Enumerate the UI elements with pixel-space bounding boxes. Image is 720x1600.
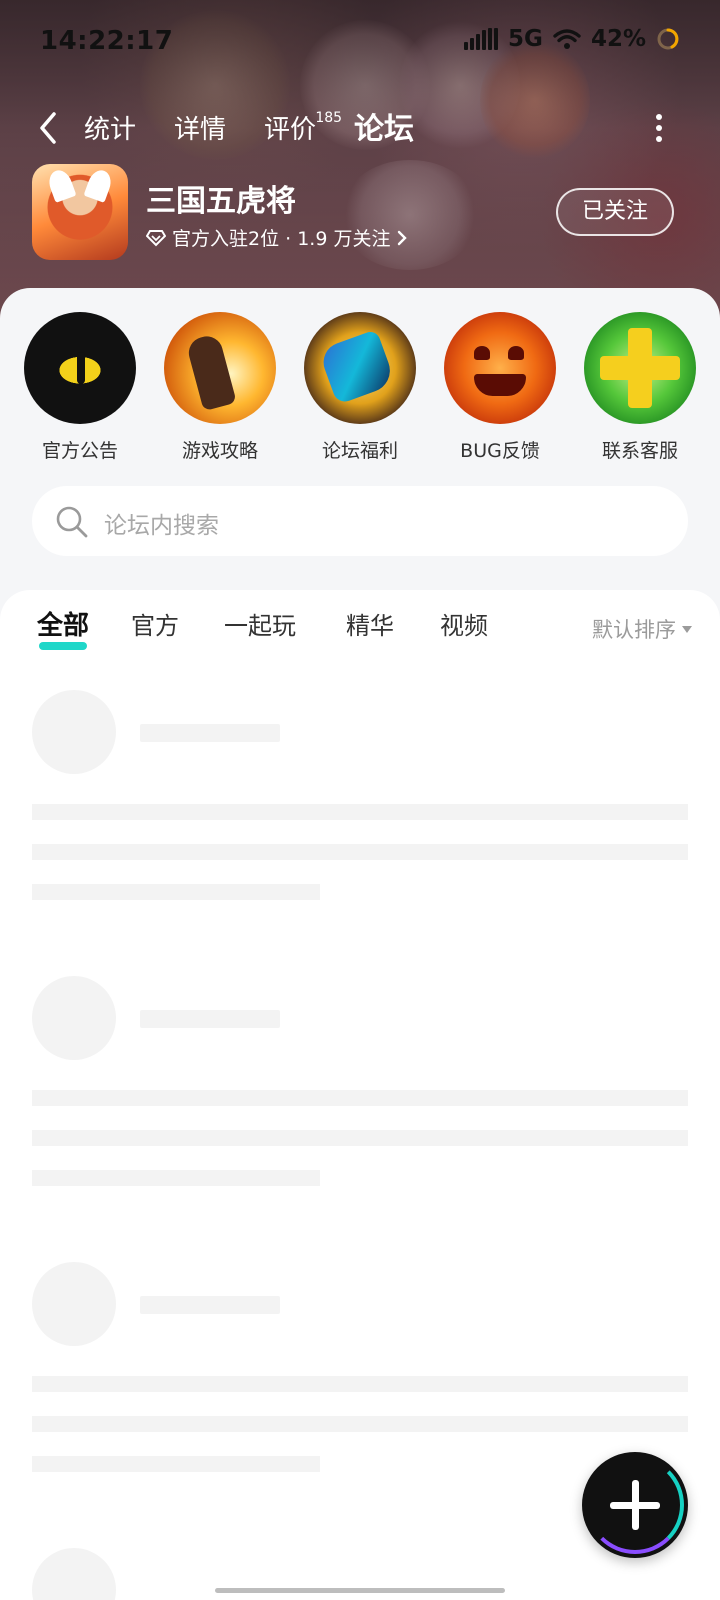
flame-fist-icon [164, 312, 276, 424]
quick-actions: 官方公告 游戏攻略 论坛福利 BUG反馈 联系客服 [0, 312, 720, 463]
filter-video[interactable]: 视频 [440, 604, 488, 648]
network-label: 5G [508, 26, 543, 52]
avatar-placeholder [32, 690, 116, 774]
nav-tabs: 统计 详情 评价 185 论坛 [84, 108, 417, 152]
home-indicator[interactable] [215, 1588, 505, 1593]
dragon-eye-icon [24, 312, 136, 424]
text-placeholder [32, 844, 688, 860]
status-time: 14:22:17 [40, 26, 174, 56]
gauntlet-icon [304, 312, 416, 424]
sort-label: 默认排序 [592, 618, 676, 642]
loading-placeholder [32, 690, 688, 910]
battery-label: 42% [590, 26, 646, 52]
quick-action-label: 论坛福利 [321, 440, 398, 462]
text-placeholder [32, 1456, 320, 1472]
search-input[interactable]: 论坛内搜索 [32, 486, 688, 556]
caret-down-icon [682, 625, 692, 633]
text-placeholder [32, 1170, 320, 1186]
quick-action-guide[interactable]: 游戏攻略 [150, 312, 290, 463]
plus-icon [610, 1502, 660, 1509]
quick-action-support[interactable]: 联系客服 [570, 312, 710, 463]
avatar-placeholder [32, 1262, 116, 1346]
game-subtitle[interactable]: 官方入驻2位 · 1.9 万关注 [146, 224, 408, 251]
quick-action-label: 联系客服 [601, 440, 678, 462]
text-placeholder [32, 1130, 688, 1146]
filter-play-together[interactable]: 一起玩 [224, 604, 296, 648]
filter-all[interactable]: 全部 [37, 604, 89, 650]
avatar-placeholder [32, 976, 116, 1060]
cross-plus-icon [584, 312, 696, 424]
quick-action-label: BUG反馈 [460, 440, 540, 462]
text-placeholder [140, 724, 280, 742]
tab-forum[interactable]: 论坛 [352, 108, 417, 152]
text-placeholder [32, 1376, 688, 1392]
loading-placeholder [32, 976, 688, 1196]
text-placeholder [32, 884, 320, 900]
game-info: 三国五虎将 官方入驻2位 · 1.9 万关注 已关注 [0, 164, 720, 264]
chevron-right-icon [398, 230, 408, 245]
back-arrow-icon[interactable] [34, 108, 64, 148]
game-icon[interactable] [32, 164, 128, 260]
sort-dropdown[interactable]: 默认排序 [592, 614, 692, 644]
avatar-placeholder [32, 1548, 116, 1600]
top-nav: 统计 详情 评价 185 论坛 [0, 100, 720, 160]
text-placeholder [32, 804, 688, 820]
quick-action-announcement[interactable]: 官方公告 [10, 312, 150, 463]
tab-stats[interactable]: 统计 [84, 108, 136, 152]
forum-feed: 全部 官方 一起玩 精华 视频 默认排序 [0, 590, 720, 1600]
loading-placeholder [32, 1262, 688, 1482]
tab-details[interactable]: 详情 [174, 108, 226, 152]
filter-featured[interactable]: 精华 [346, 604, 394, 648]
diamond-icon [146, 229, 166, 246]
quick-actions-card: 官方公告 游戏攻略 论坛福利 BUG反馈 联系客服 论坛内搜索 [0, 288, 720, 628]
more-icon[interactable] [656, 114, 662, 144]
quick-action-label: 游戏攻略 [181, 440, 258, 462]
text-placeholder [140, 1010, 280, 1028]
text-placeholder [140, 1296, 280, 1314]
status-bar: 14:22:17 5G 42% [0, 0, 720, 80]
search-icon [56, 506, 88, 538]
filter-official[interactable]: 官方 [131, 604, 179, 648]
pumpkin-icon [444, 312, 556, 424]
signal-icon [464, 28, 499, 50]
review-count-badge: 185 [315, 110, 343, 126]
battery-ring-icon [657, 28, 679, 50]
text-placeholder [32, 1090, 688, 1106]
status-right: 5G 42% [464, 26, 680, 52]
quick-action-welfare[interactable]: 论坛福利 [290, 312, 430, 463]
quick-action-bug-report[interactable]: BUG反馈 [430, 312, 570, 463]
filter-tabs: 全部 官方 一起玩 精华 视频 默认排序 [0, 604, 720, 660]
follow-button[interactable]: 已关注 [556, 188, 674, 236]
quick-action-label: 官方公告 [41, 440, 118, 462]
text-placeholder [32, 1416, 688, 1432]
create-post-button[interactable] [582, 1452, 688, 1558]
game-subtitle-text: 官方入驻2位 · 1.9 万关注 [172, 228, 391, 250]
tab-reviews[interactable]: 评价 185 [264, 108, 342, 152]
game-title: 三国五虎将 [146, 184, 296, 219]
wifi-icon [553, 29, 581, 49]
search-placeholder: 论坛内搜索 [104, 513, 219, 539]
